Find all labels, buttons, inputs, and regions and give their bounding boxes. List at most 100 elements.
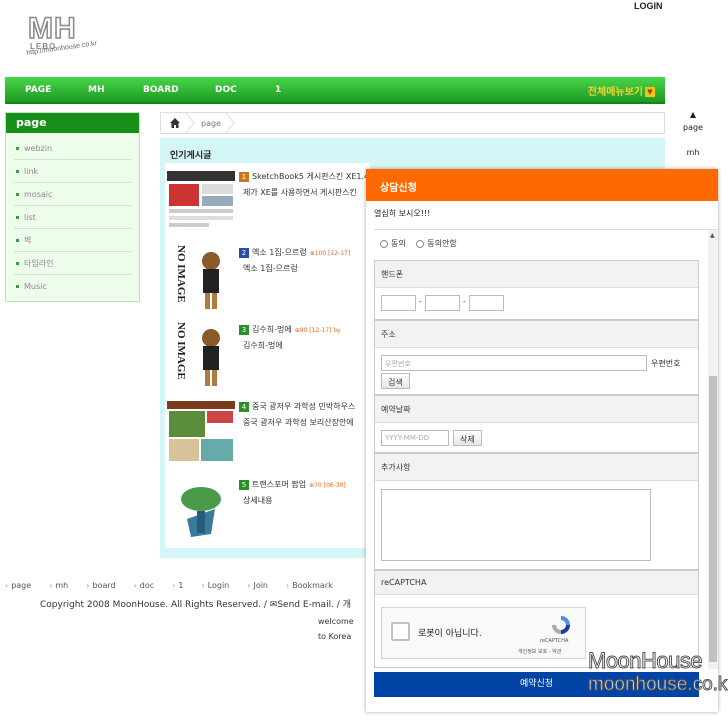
sidebar-item-timeline[interactable]: 타임라인 (14, 252, 131, 275)
address-label: 주소 (375, 321, 698, 348)
sidebar-item-label: 벽 (24, 236, 32, 245)
sidebar-item-label: Music (24, 282, 47, 291)
date-label: 예약날짜 (375, 396, 698, 423)
nav-item-1[interactable]: 1 (275, 85, 281, 95)
bullet-icon (16, 147, 19, 150)
recaptcha-widget: 로봇이 아닙니다. reCAPTCHA 개인정보 보호 - 약관 (381, 607, 586, 659)
to-korea-text: to Korea (318, 632, 352, 641)
sidebar-item-link[interactable]: link (14, 160, 131, 183)
post-title[interactable]: 트랜스포머 팝업 (252, 480, 306, 489)
sidebar-item-list[interactable]: list (14, 206, 131, 229)
send-email-link[interactable]: Send E-mail. (277, 600, 334, 610)
bullet-icon (16, 216, 19, 219)
scroll-up-icon[interactable]: ▲ (710, 232, 715, 239)
disagree-radio[interactable]: 동의안함 (416, 239, 457, 248)
footer-link-board[interactable]: › board (86, 581, 124, 590)
post-thumbnail[interactable] (167, 171, 235, 236)
list-item[interactable]: 4 중국 광저우 과학성 민박하우스 중국 광저우 과학성 보리산장안에 (165, 397, 370, 473)
rank-badge: 3 (239, 325, 249, 335)
dialog-form: ▲ 동의 동의안함 핸드폰 - - 주소 우편번호 우편번호 검색 예약날짜 Y… (374, 229, 718, 669)
footer-link-1[interactable]: › 1 (172, 581, 192, 590)
post-thumbnail[interactable] (167, 401, 235, 466)
post-thumbnail[interactable] (167, 479, 235, 544)
post-title[interactable]: SketchBook5 게시판스킨 XE1.4 (252, 172, 369, 181)
footer-nav: › page › mh › board › doc › 1 › Login › Join › Bookmark (5, 581, 351, 590)
scrollbar[interactable]: ▲ (708, 230, 718, 669)
captcha-brand: reCAPTCHA (540, 638, 569, 644)
popular-list: 1 SketchBook5 게시판스킨 XE1.4 제가 XE를 사용하면서 게시… (165, 163, 370, 548)
nav-item-doc[interactable]: DOC (215, 85, 237, 95)
search-button[interactable]: 검색 (381, 373, 410, 389)
post-desc: 중국 광저우 과학성 보리산장안에 (243, 418, 354, 427)
captcha-links[interactable]: 개인정보 보호 - 약관 (518, 648, 561, 655)
dialog-title: 상담신청 (366, 169, 718, 201)
recaptcha-logo-icon (552, 616, 570, 634)
footer-link-login[interactable]: › Login (201, 581, 238, 590)
chevron-down-icon: ▼ (645, 87, 655, 97)
footer-link-join[interactable]: › Join (247, 581, 277, 590)
sidebar: page webzin link mosaic list 벽 타임라인 Musi… (5, 112, 140, 302)
agree-radio[interactable]: 동의 (380, 239, 406, 248)
copyright: Copyright 2008 MoonHouse. All Rights Res… (40, 600, 351, 610)
watermark-line2: moonhouse.co.kr (588, 674, 728, 696)
site-logo[interactable]: MH LEBO http://moonhouse.co.kr (26, 11, 106, 62)
phone-section: 핸드폰 - - (374, 260, 699, 320)
nav-item-page[interactable]: PAGE (25, 85, 51, 95)
list-item[interactable]: NO IMAGE 3 김수희-멍에 ⊕90 [12-17] by 김수희-멍에 (165, 320, 370, 396)
breadcrumb-current[interactable]: page (201, 119, 221, 128)
quick-item-page[interactable]: page (678, 123, 708, 132)
phone-label: 핸드폰 (375, 261, 698, 288)
sidebar-item-label: mosaic (24, 190, 53, 199)
date-section: 예약날짜 YYYY-MM-DD 삭제 (374, 395, 699, 453)
bullet-icon (16, 262, 19, 265)
login-link[interactable]: LOGIN (634, 1, 663, 11)
extra-textarea[interactable] (381, 489, 651, 561)
list-item[interactable]: NO IMAGE 2 엑소 1집-으르렁 ⊕100 [12-17] 엑소 1집-으르… (165, 243, 370, 319)
post-desc: 김수희-멍에 (243, 341, 283, 350)
footer-link-doc[interactable]: › doc (134, 581, 164, 590)
breadcrumb-separator-icon (185, 113, 195, 133)
post-desc: 제가 XE를 사용하면서 게시판스킨 (243, 188, 357, 197)
consultation-dialog: 상담신청 열심히 보시오!!! ▲ 동의 동의안함 핸드폰 - - 주소 우편번… (366, 169, 718, 712)
sidebar-item-label: list (24, 213, 36, 222)
popular-title: 인기게시글 (170, 151, 212, 161)
breadcrumb-separator-icon (225, 113, 235, 133)
quick-menu: ▲ page mh (678, 110, 708, 157)
sidebar-item-mosaic[interactable]: mosaic (14, 183, 131, 206)
sidebar-item-webzin[interactable]: webzin (14, 137, 131, 160)
sidebar-item-music[interactable]: Music (14, 275, 131, 298)
agreement-options: 동의 동의안함 (380, 238, 457, 249)
rank-badge: 2 (239, 248, 249, 258)
sidebar-item-wall[interactable]: 벽 (14, 229, 131, 252)
phone-field-2[interactable] (425, 295, 460, 311)
post-desc: 엑소 1집-으르렁 (243, 264, 298, 273)
nav-item-mh[interactable]: MH (88, 85, 105, 95)
rank-badge: 5 (239, 480, 249, 490)
footer-link-page[interactable]: › page (5, 581, 40, 590)
quick-item-mh[interactable]: mh (678, 148, 708, 157)
date-delete-button[interactable]: 삭제 (453, 430, 482, 446)
list-item[interactable]: 1 SketchBook5 게시판스킨 XE1.4 제가 XE를 사용하면서 게시… (165, 167, 370, 243)
scroll-top-icon[interactable]: ▲ (678, 110, 708, 119)
all-menu-button[interactable]: 전체메뉴보기 ▼ (588, 83, 655, 98)
nav-item-board[interactable]: BOARD (143, 85, 179, 95)
zip-label: 우편번호 (651, 359, 681, 368)
zip-input[interactable]: 우편번호 (381, 355, 647, 371)
footer-link-bookmark[interactable]: › Bookmark (286, 581, 342, 590)
captcha-checkbox[interactable] (391, 622, 410, 641)
sidebar-item-label: link (24, 167, 39, 176)
post-title[interactable]: 엑소 1집-으르렁 (252, 248, 307, 257)
rank-badge: 1 (239, 172, 249, 182)
footer-link-mh[interactable]: › mh (49, 581, 77, 590)
post-title[interactable]: 김수희-멍에 (252, 325, 292, 334)
date-input[interactable]: YYYY-MM-DD (381, 430, 449, 446)
home-icon[interactable] (169, 117, 181, 129)
post-desc: 상세내용 (243, 496, 273, 505)
bullet-icon (16, 193, 19, 196)
post-title[interactable]: 중국 광저우 과학성 민박하우스 (252, 402, 355, 411)
scrollbar-thumb[interactable] (709, 376, 717, 662)
breadcrumb: page (160, 112, 665, 134)
phone-field-3[interactable] (469, 295, 504, 311)
phone-field-1[interactable] (381, 295, 416, 311)
list-item[interactable]: 5 트랜스포머 팝업 ⊕70 [06-30] 상세내용 (165, 475, 370, 551)
